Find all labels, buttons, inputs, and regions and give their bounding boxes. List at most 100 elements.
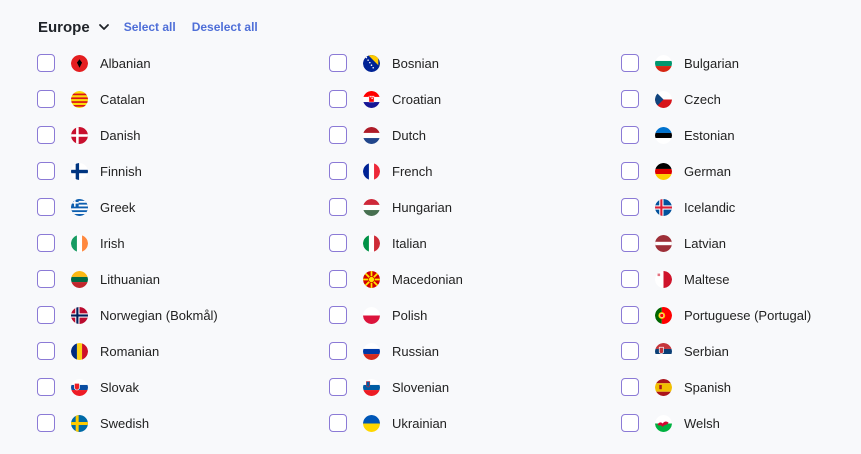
- flag-latvia-icon: [655, 234, 672, 252]
- language-label: Spanish: [684, 379, 731, 395]
- language-option[interactable]: Ukrainian: [329, 413, 447, 433]
- flag-denmark-icon: [71, 126, 88, 144]
- language-label: Italian: [392, 235, 427, 251]
- language-option[interactable]: Italian: [329, 233, 427, 253]
- flag-slovenia-icon: [363, 378, 380, 396]
- select-all-link[interactable]: Select all: [124, 20, 176, 34]
- language-checkbox[interactable]: [329, 90, 347, 108]
- language-checkbox[interactable]: [329, 234, 347, 252]
- language-label: Albanian: [100, 55, 151, 71]
- language-checkbox[interactable]: [329, 342, 347, 360]
- language-checkbox[interactable]: [329, 270, 347, 288]
- language-checkbox[interactable]: [37, 378, 55, 396]
- language-option[interactable]: Hungarian: [329, 197, 452, 217]
- language-checkbox[interactable]: [329, 306, 347, 324]
- language-option[interactable]: Icelandic: [621, 197, 735, 217]
- language-label: Greek: [100, 199, 136, 215]
- language-option[interactable]: Danish: [37, 125, 140, 145]
- flag-finland-icon: [71, 162, 88, 180]
- language-checkbox[interactable]: [621, 270, 639, 288]
- deselect-all-link[interactable]: Deselect all: [192, 20, 258, 34]
- language-option[interactable]: Catalan: [37, 89, 145, 109]
- language-label: Macedonian: [392, 271, 463, 287]
- language-label: Czech: [684, 91, 721, 107]
- language-checkbox[interactable]: [329, 378, 347, 396]
- language-label: Ukrainian: [392, 415, 447, 431]
- language-checkbox[interactable]: [37, 270, 55, 288]
- language-option[interactable]: Czech: [621, 89, 721, 109]
- language-checkbox[interactable]: [621, 306, 639, 324]
- language-option[interactable]: Slovak: [37, 377, 139, 397]
- flag-wales-icon: [655, 414, 672, 432]
- language-checkbox[interactable]: [37, 342, 55, 360]
- language-option[interactable]: Maltese: [621, 269, 730, 289]
- language-label: Slovenian: [392, 379, 450, 395]
- language-option[interactable]: Swedish: [37, 413, 149, 433]
- language-option[interactable]: Welsh: [621, 413, 720, 433]
- language-option[interactable]: Bosnian: [329, 53, 439, 73]
- language-option[interactable]: Albanian: [37, 53, 151, 73]
- flag-slovakia-icon: [71, 378, 88, 396]
- language-option[interactable]: Russian: [329, 341, 439, 361]
- language-option[interactable]: Serbian: [621, 341, 729, 361]
- language-option[interactable]: Croatian: [329, 89, 441, 109]
- flag-spain-icon: [655, 378, 672, 396]
- language-option[interactable]: Dutch: [329, 125, 426, 145]
- flag-greece-icon: [71, 198, 88, 216]
- language-checkbox[interactable]: [37, 54, 55, 72]
- language-option[interactable]: French: [329, 161, 432, 181]
- language-checkbox[interactable]: [621, 54, 639, 72]
- language-option[interactable]: Slovenian: [329, 377, 449, 397]
- language-label: Norwegian (Bokmål): [100, 307, 218, 323]
- language-checkbox[interactable]: [621, 162, 639, 180]
- language-checkbox[interactable]: [37, 126, 55, 144]
- language-checkbox[interactable]: [37, 162, 55, 180]
- language-option[interactable]: Polish: [329, 305, 427, 325]
- language-option[interactable]: Portuguese (Portugal): [621, 305, 811, 325]
- language-checkbox[interactable]: [621, 90, 639, 108]
- language-option[interactable]: Finnish: [37, 161, 142, 181]
- language-option[interactable]: Greek: [37, 197, 135, 217]
- flag-italy-icon: [363, 234, 380, 252]
- language-option[interactable]: Bulgarian: [621, 53, 739, 73]
- language-label: Danish: [100, 127, 141, 143]
- flag-bulgaria-icon: [655, 54, 672, 72]
- language-checkbox[interactable]: [621, 342, 639, 360]
- language-checkbox[interactable]: [37, 234, 55, 252]
- language-label: Portuguese (Portugal): [684, 307, 812, 323]
- language-option[interactable]: Romanian: [37, 341, 159, 361]
- language-option[interactable]: Norwegian (Bokmål): [37, 305, 218, 325]
- language-checkbox[interactable]: [621, 126, 639, 144]
- language-option[interactable]: Lithuanian: [37, 269, 160, 289]
- language-option[interactable]: Spanish: [621, 377, 731, 397]
- language-checkbox[interactable]: [37, 198, 55, 216]
- language-option[interactable]: German: [621, 161, 731, 181]
- language-checkbox[interactable]: [329, 414, 347, 432]
- language-checkbox[interactable]: [37, 306, 55, 324]
- flag-czechia-icon: [655, 90, 672, 108]
- flag-ukraine-icon: [363, 414, 380, 432]
- language-checkbox[interactable]: [37, 414, 55, 432]
- language-option[interactable]: Irish: [37, 233, 125, 253]
- region-title: Europe: [38, 18, 90, 36]
- flag-estonia-icon: [655, 126, 672, 144]
- language-checkbox[interactable]: [329, 126, 347, 144]
- language-label: German: [684, 163, 731, 179]
- language-label: Romanian: [100, 343, 160, 359]
- language-checkbox[interactable]: [329, 198, 347, 216]
- language-checkbox[interactable]: [329, 162, 347, 180]
- language-checkbox[interactable]: [621, 198, 639, 216]
- flag-bosnia-icon: [363, 54, 380, 72]
- flag-norway-icon: [71, 306, 88, 324]
- language-label: Welsh: [684, 415, 720, 431]
- language-label: Hungarian: [392, 199, 452, 215]
- language-option[interactable]: Latvian: [621, 233, 726, 253]
- language-checkbox[interactable]: [621, 378, 639, 396]
- region-dropdown[interactable]: Europe: [38, 19, 110, 36]
- language-checkbox[interactable]: [329, 54, 347, 72]
- language-checkbox[interactable]: [621, 414, 639, 432]
- language-checkbox[interactable]: [37, 90, 55, 108]
- language-checkbox[interactable]: [621, 234, 639, 252]
- language-option[interactable]: Estonian: [621, 125, 735, 145]
- language-option[interactable]: Macedonian: [329, 269, 463, 289]
